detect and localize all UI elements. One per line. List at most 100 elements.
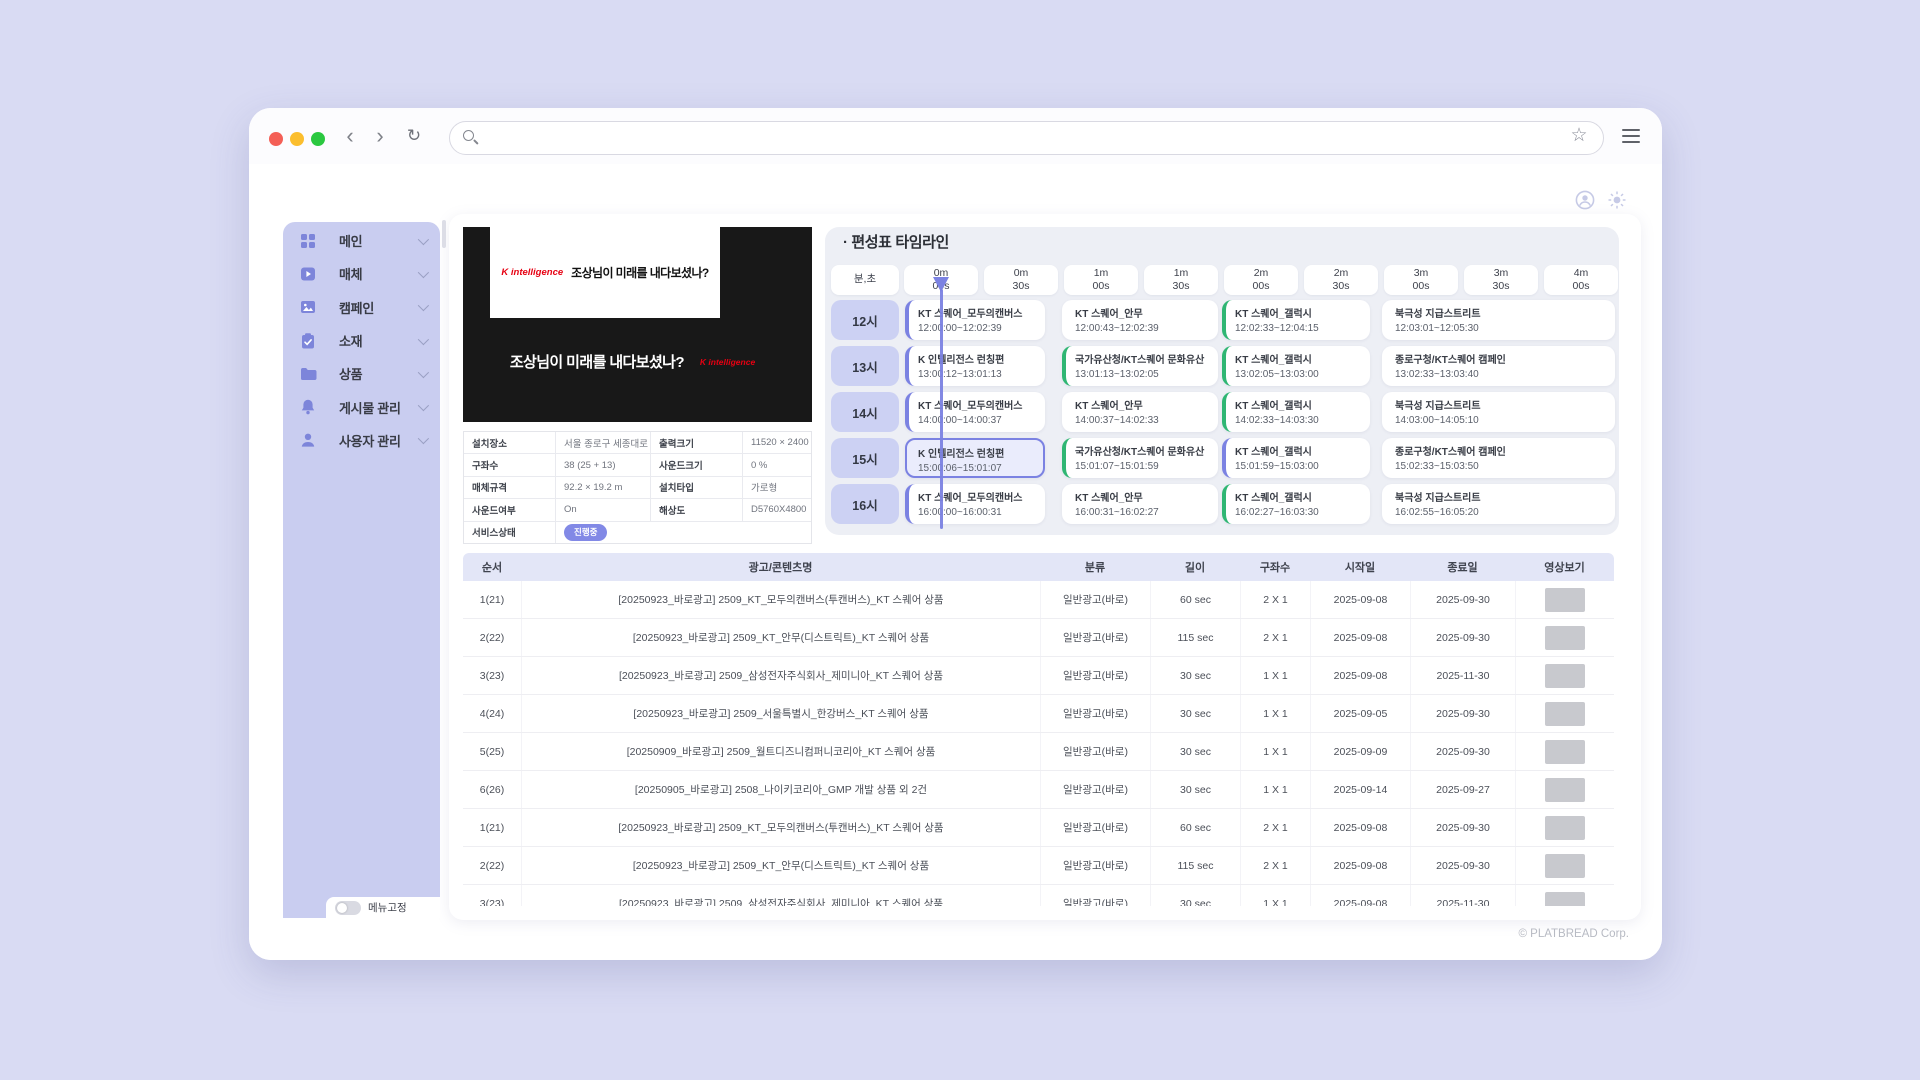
sidebar-item-campaign[interactable]: 캠페인 — [283, 291, 440, 324]
reload-icon[interactable]: ↻ — [403, 108, 425, 164]
minimize-button[interactable] — [290, 132, 304, 146]
menu-pin-toggle[interactable] — [335, 900, 361, 915]
timeline-block[interactable]: 북극성 지급스트리트 14:03:00~14:05:10 — [1382, 392, 1615, 432]
maximize-button[interactable] — [311, 132, 325, 146]
block-name: 북극성 지급스트리트 — [1395, 493, 1481, 504]
video-thumbnail[interactable] — [1545, 739, 1585, 764]
timeline-block[interactable]: 북극성 지급스트리트 12:03:01~12:05:30 — [1382, 300, 1615, 340]
sidebar-item-posts[interactable]: 게시물 관리 — [283, 390, 440, 423]
sidebar-item-media[interactable]: 매체 — [283, 257, 440, 290]
table-cell: [20250923_바로광고] 2509_KT_안무(디스트릭트)_KT 스퀘어… — [521, 847, 1040, 884]
account-icon[interactable] — [1575, 190, 1595, 210]
sidebar-item-asset[interactable]: 소재 — [283, 324, 440, 357]
table-header-row: 순서 광고/콘텐츠명 분류 길이 구좌수 시작일 종료일 영상보기 — [463, 553, 1614, 581]
forward-icon[interactable]: › — [369, 108, 391, 164]
media-preview[interactable]: K intelligence 조상님이 미래를 내다보셨나? 조상님이 미래를 … — [463, 227, 812, 422]
video-thumbnail[interactable] — [1545, 853, 1585, 878]
table-row[interactable]: 1(21) [20250923_바로광고] 2509_KT_모두의캔버스(투캔버스… — [463, 809, 1614, 847]
sidebar-item-label: 매체 — [339, 267, 363, 283]
table-cell: 1 X 1 — [1240, 771, 1310, 808]
timeline-block[interactable]: KT 스퀘어_갤럭시 15:01:59~15:03:00 — [1222, 438, 1370, 478]
block-time-range: 13:02:05~13:03:00 — [1235, 369, 1319, 380]
video-thumbnail[interactable] — [1545, 701, 1585, 726]
info-value: On — [556, 499, 651, 521]
table-cell: 2 X 1 — [1240, 809, 1310, 846]
table-cell: 2025-09-08 — [1310, 847, 1410, 884]
block-name: K 인텔리전스 런칭편 — [918, 355, 1005, 366]
video-thumbnail[interactable] — [1545, 815, 1585, 840]
table-row[interactable]: 2(22) [20250923_바로광고] 2509_KT_안무(디스트릭트)_K… — [463, 619, 1614, 657]
table-cell: 30 sec — [1150, 695, 1240, 732]
table-cell: 2025-09-08 — [1310, 581, 1410, 618]
timeline-block[interactable]: KT 스퀘어_갤럭시 13:02:05~13:03:00 — [1222, 346, 1370, 386]
table-row[interactable]: 6(26) [20250905_바로광고] 2508_나이키코리아_GMP 개발 … — [463, 771, 1614, 809]
menu-icon[interactable] — [1622, 129, 1640, 143]
timeline-block[interactable]: KT 스퀘어_모두의캔버스 12:00:00~12:02:39 — [905, 300, 1045, 340]
timeline-block[interactable]: KT 스퀘어_안무 12:00:43~12:02:39 — [1062, 300, 1218, 340]
block-name: KT 스퀘어_모두의캔버스 — [918, 309, 1023, 320]
timeline-block[interactable]: KT 스퀘어_안무 16:00:31~16:02:27 — [1062, 484, 1218, 524]
table-row[interactable]: 2(22) [20250923_바로광고] 2509_KT_안무(디스트릭트)_K… — [463, 847, 1614, 885]
table-row[interactable]: 3(23) [20250923_바로광고] 2509_삼성전자주식회사_제미니아_… — [463, 657, 1614, 695]
info-value: D5760X4800 — [751, 504, 807, 516]
sidebar-scrollbar[interactable] — [442, 220, 446, 248]
scale-minute: 2m — [1253, 266, 1269, 279]
timeline-block[interactable]: 종로구청/KT스퀘어 캠페인 15:02:33~15:03:50 — [1382, 438, 1615, 478]
block-time-range: 14:00:37~14:02:33 — [1075, 415, 1159, 426]
timeline-block[interactable]: KT 스퀘어_갤럭시 14:02:33~14:03:30 — [1222, 392, 1370, 432]
video-thumbnail[interactable] — [1545, 663, 1585, 688]
block-time-range: 15:01:07~15:01:59 — [1075, 461, 1159, 472]
timeline-block[interactable]: K 인텔리전스 런칭편 13:00:12~13:01:13 — [905, 346, 1045, 386]
timeline-block[interactable]: 종로구청/KT스퀘어 캠페인 13:02:33~13:03:40 — [1382, 346, 1615, 386]
table-row[interactable]: 3(23) [20250923_바로광고] 2509_삼성전자주식회사_제미니아_… — [463, 885, 1614, 906]
video-cell — [1515, 695, 1614, 732]
table-row[interactable]: 4(24) [20250923_바로광고] 2509_서울특별시_한강버스_KT … — [463, 695, 1614, 733]
timeline-block-selected[interactable]: K 인텔리전스 런칭편 15:00:06~15:01:07 — [905, 438, 1045, 478]
block-name: K 인텔리전스 런칭편 — [918, 449, 1005, 460]
table-cell: [20250923_바로광고] 2509_서울특별시_한강버스_KT 스퀘어 상… — [521, 695, 1040, 732]
table-cell: [20250923_바로광고] 2509_KT_모두의캔버스(투캔버스)_KT … — [521, 581, 1040, 618]
bookmark-icon[interactable]: ☆ — [1567, 108, 1591, 164]
timeline-block[interactable]: KT 스퀘어_모두의캔버스 14:00:00~14:00:37 — [905, 392, 1045, 432]
info-value: 0 % — [751, 459, 768, 471]
video-cell — [1515, 581, 1614, 618]
playhead-marker[interactable] — [933, 277, 949, 292]
timeline-block[interactable]: KT 스퀘어_안무 14:00:37~14:02:33 — [1062, 392, 1218, 432]
timeline-block[interactable]: KT 스퀘어_갤럭시 12:02:33~12:04:15 — [1222, 300, 1370, 340]
theme-sun-icon[interactable] — [1607, 190, 1627, 210]
table-cell: 1 X 1 — [1240, 695, 1310, 732]
column-header: 광고/콘텐츠명 — [748, 562, 813, 574]
table-cell: 30 sec — [1150, 657, 1240, 694]
timeline-block[interactable]: KT 스퀘어_모두의캔버스 16:00:00~16:00:31 — [905, 484, 1045, 524]
sidebar-item-main[interactable]: 메인 — [283, 224, 440, 257]
block-name: KT 스퀘어_갤럭시 — [1235, 401, 1312, 412]
table-cell: 5(25) — [479, 745, 505, 758]
table-row[interactable]: 1(21) [20250923_바로광고] 2509_KT_모두의캔버스(투캔버스… — [463, 581, 1614, 619]
block-time-range: 14:02:33~14:03:30 — [1235, 415, 1319, 426]
timeline-block[interactable]: KT 스퀘어_갤럭시 16:02:27~16:03:30 — [1222, 484, 1370, 524]
timeline-block[interactable]: 국가유산청/KT스퀘어 문화유산 13:01:13~13:02:05 — [1062, 346, 1218, 386]
sidebar-item-product[interactable]: 상품 — [283, 357, 440, 390]
table-cell: 1 X 1 — [1240, 657, 1310, 694]
table-row[interactable]: 5(25) [20250909_바로광고] 2509_월트디즈니컴퍼니코리아_KT… — [463, 733, 1614, 771]
timeline-block[interactable]: 국가유산청/KT스퀘어 문화유산 15:01:07~15:01:59 — [1062, 438, 1218, 478]
video-thumbnail[interactable] — [1545, 891, 1585, 906]
back-icon[interactable]: ‹ — [339, 108, 361, 164]
scale-second: 30s — [1332, 280, 1350, 292]
preview-headline: 조상님이 미래를 내다보셨나? — [509, 354, 685, 371]
video-cell — [1515, 733, 1614, 770]
block-name: 북극성 지급스트리트 — [1395, 401, 1481, 412]
close-button[interactable] — [269, 132, 283, 146]
timeline-block[interactable]: 북극성 지급스트리트 16:02:55~16:05:20 — [1382, 484, 1615, 524]
video-thumbnail[interactable] — [1545, 587, 1585, 612]
sidebar-item-users[interactable]: 사용자 관리 — [283, 424, 440, 457]
video-thumbnail[interactable] — [1545, 625, 1585, 650]
address-input[interactable] — [484, 124, 1578, 152]
clipboard-icon — [299, 332, 317, 350]
timeline-hour-label: 15시 — [831, 438, 899, 478]
folder-icon — [299, 365, 317, 383]
column-header: 구좌수 — [1259, 562, 1291, 574]
play-icon — [299, 265, 317, 283]
table-cell: 일반광고(바로) — [1040, 771, 1150, 808]
video-thumbnail[interactable] — [1545, 777, 1585, 802]
